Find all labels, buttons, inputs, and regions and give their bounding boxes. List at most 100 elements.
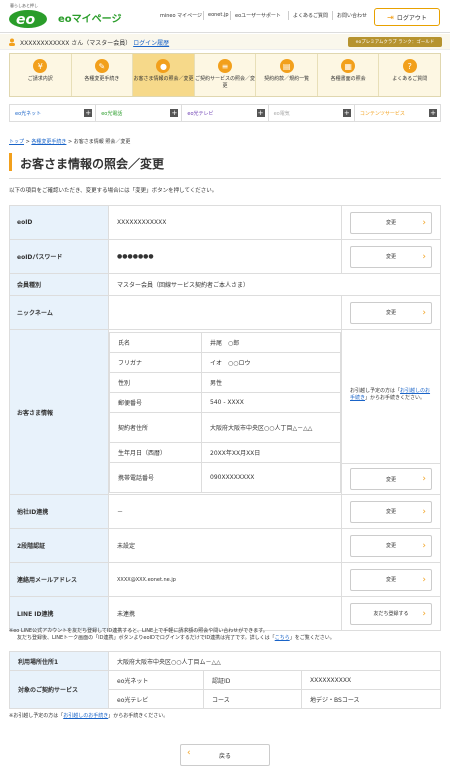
service-label: コンテンツサービス [359, 110, 405, 117]
nav-change-procedures[interactable]: ✎ 各種変更手続き [72, 54, 134, 96]
mineo-mypage-link[interactable]: mineo マイページ [160, 12, 202, 19]
sex-value: 男性 [201, 371, 341, 393]
birth-value: 20XX年XX月XX日 [201, 441, 341, 463]
change-email-button[interactable]: 変更 › [350, 568, 432, 591]
zip-key: 郵便番号 [109, 391, 202, 413]
nav-billing[interactable]: ¥ ご請求内訳 [10, 54, 72, 96]
divider [203, 11, 204, 20]
nav-contract-services[interactable]: ≡ ご契約サービスの照会／変更 [195, 54, 257, 96]
change-mobile-button[interactable]: 変更 › [350, 468, 432, 490]
kana-value: イオ ○○ロウ [201, 351, 341, 373]
nav-terms[interactable]: ▤ 契約約款／規約一覧 [256, 54, 318, 96]
nav-faq[interactable]: ? よくあるご質問 [379, 54, 440, 96]
premium-club-badge[interactable]: eoプレミアムクラブ ランク：ゴールド [348, 37, 442, 47]
table-row: お客さま情報 氏名 井尾 ○郎 フリガナ イオ ○○ロウ 性別 男性 郵便番号 540 … [9, 329, 441, 495]
service-value: XXXXXXXXXX [301, 670, 441, 690]
membership-value: マスター会員（回線サービス契約者ご本人さま） [108, 273, 441, 296]
breadcrumb: トップ > 各種変更手続き > お客さま情報 照会／変更 [9, 139, 131, 145]
question-icon: ? [402, 59, 417, 73]
change-eoid-button[interactable]: 変更 › [350, 211, 432, 234]
nav-customer-info[interactable]: ● お客さま情報の照会／変更 [133, 54, 195, 96]
membership-label: 会員種別 [9, 273, 109, 296]
nickname-label: ニックネーム [9, 295, 109, 330]
service-name: eo光テレビ [108, 689, 204, 709]
plus-icon: + [170, 109, 179, 117]
change-label: 変更 [385, 543, 396, 549]
logout-button[interactable]: ⇥ ログアウト [374, 8, 440, 26]
eoid-label: eoID [9, 205, 109, 240]
change-label: 変更 [385, 577, 396, 583]
email-value: XXXX@XXX.eonet.ne.jp [108, 562, 342, 597]
change-label: 変更 [385, 220, 396, 226]
customer-info-label: お客さま情報 [9, 329, 109, 495]
nav-documents[interactable]: ▦ 各種書面の照会 [318, 54, 380, 96]
person-icon: ● [156, 59, 171, 73]
change-two-step-button[interactable]: 変更 › [350, 534, 432, 557]
chevron-right-icon: › [422, 608, 426, 619]
nav-label: ご契約サービスの照会／変更 [195, 76, 256, 89]
eo-support-link[interactable]: eoユーザーサポート [235, 12, 281, 19]
change-nickname-button[interactable]: 変更 › [350, 301, 432, 324]
table-row: 他社ID連携 － 変更 › [9, 494, 441, 529]
email-label: 連絡用メールアドレス [9, 562, 109, 597]
eo-logo[interactable]: eo [8, 5, 48, 29]
service-contents[interactable]: コンテンツサービス + [355, 105, 440, 121]
eonet-link[interactable]: eonet.jp [208, 12, 229, 18]
plus-icon: + [84, 109, 93, 117]
back-label: 戻る [218, 752, 231, 760]
change-password-button[interactable]: 変更 › [350, 245, 432, 268]
name-key: 氏名 [109, 331, 202, 353]
pencil-icon: ✎ [94, 59, 109, 73]
logout-icon: ⇥ [387, 12, 394, 22]
breadcrumb-current: お客さま情報 照会／変更 [73, 139, 131, 145]
nav-label: 契約約款／規約一覧 [264, 76, 310, 82]
back-button[interactable]: ‹ 戻る [180, 744, 270, 766]
user-greeting: XXXXXXXXXXXX さん（マスター会員） ログイン履歴 [20, 38, 169, 47]
breadcrumb-procedures[interactable]: 各種変更手続き [31, 139, 66, 145]
main-nav: ¥ ご請求内訳 ✎ 各種変更手続き ● お客さま情報の照会／変更 ≡ ご契約サービスの照… [9, 53, 441, 97]
nav-label: お客さま情報の照会／変更 [133, 76, 194, 82]
line-note-text: ※eo LINE公式アカウントを友だち登録してID連携すると、LINE上で手軽に… [9, 628, 268, 634]
divider [230, 11, 231, 20]
move-note-text: ※お引越し予定の方は「 [9, 713, 64, 719]
service-label: eo光ネット [15, 110, 42, 117]
nav-label: 各種変更手続き [84, 76, 120, 82]
table-row: 2段階認証 未設定 変更 › [9, 528, 441, 563]
two-step-label: 2段階認証 [9, 528, 109, 563]
move-note: お引越し予定の方は「お引越しのお手続き」からお手続きください。 [342, 330, 440, 464]
chevron-right-icon: › [422, 540, 426, 551]
move-procedure-link[interactable]: お引越しのお手続き [63, 713, 108, 719]
login-history-link[interactable]: ログイン履歴 [133, 40, 169, 47]
book-icon: ▤ [279, 59, 294, 73]
yen-icon: ¥ [33, 59, 48, 73]
user-name: XXXXXXXXXXXX さん（マスター会員） [20, 40, 132, 47]
nav-label: よくあるご質問 [392, 76, 428, 82]
change-label: 変更 [385, 254, 396, 260]
password-value: ●●●●●●● [108, 239, 342, 274]
table-row: ニックネーム 変更 › [9, 295, 441, 330]
table-row: LINE ID連携 未連携 友だち登録する › [9, 596, 441, 631]
service-eo-tv[interactable]: eo光テレビ + [182, 105, 269, 121]
service-eo-electric[interactable]: eo電気 + [269, 105, 355, 121]
location-label: 利用場所住所1 [9, 651, 109, 671]
two-step-value: 未設定 [108, 528, 342, 563]
contact-link[interactable]: お問い合わせ [337, 12, 367, 19]
line-details-link[interactable]: こちら [275, 635, 290, 641]
location-table: 利用場所住所1 大阪府大阪市中央区○○人丁目ム－△△ 対象のご契約サービス eo… [9, 651, 441, 709]
change-other-id-button[interactable]: 変更 › [350, 500, 432, 523]
chevron-right-icon: › [422, 474, 426, 484]
line-add-friend-button[interactable]: 友だち登録する › [350, 602, 432, 625]
breadcrumb-top[interactable]: トップ [9, 139, 24, 145]
table-row: 対象のご契約サービス eo光ネット 認証ID XXXXXXXXXX [9, 670, 441, 709]
nav-label: ご請求内訳 [27, 76, 53, 82]
service-eo-net[interactable]: eo光ネット + [10, 105, 97, 121]
other-id-value: － [108, 494, 342, 529]
service-eo-phone[interactable]: eo光電話 + [96, 105, 183, 121]
list-icon: ≡ [218, 59, 233, 73]
line-label: LINE ID連携 [9, 596, 109, 631]
plus-icon: + [429, 109, 438, 117]
move-note-bottom: ※お引越し予定の方は「お引越しのお手続き」からお手続きください。 [9, 713, 168, 720]
intro-text: 以下の項目をご確認いただき、変更する場合には「変更」ボタンを押してください。 [9, 188, 218, 194]
faq-link[interactable]: よくあるご質問 [293, 12, 328, 19]
address-key: 契約者住所 [109, 411, 202, 443]
